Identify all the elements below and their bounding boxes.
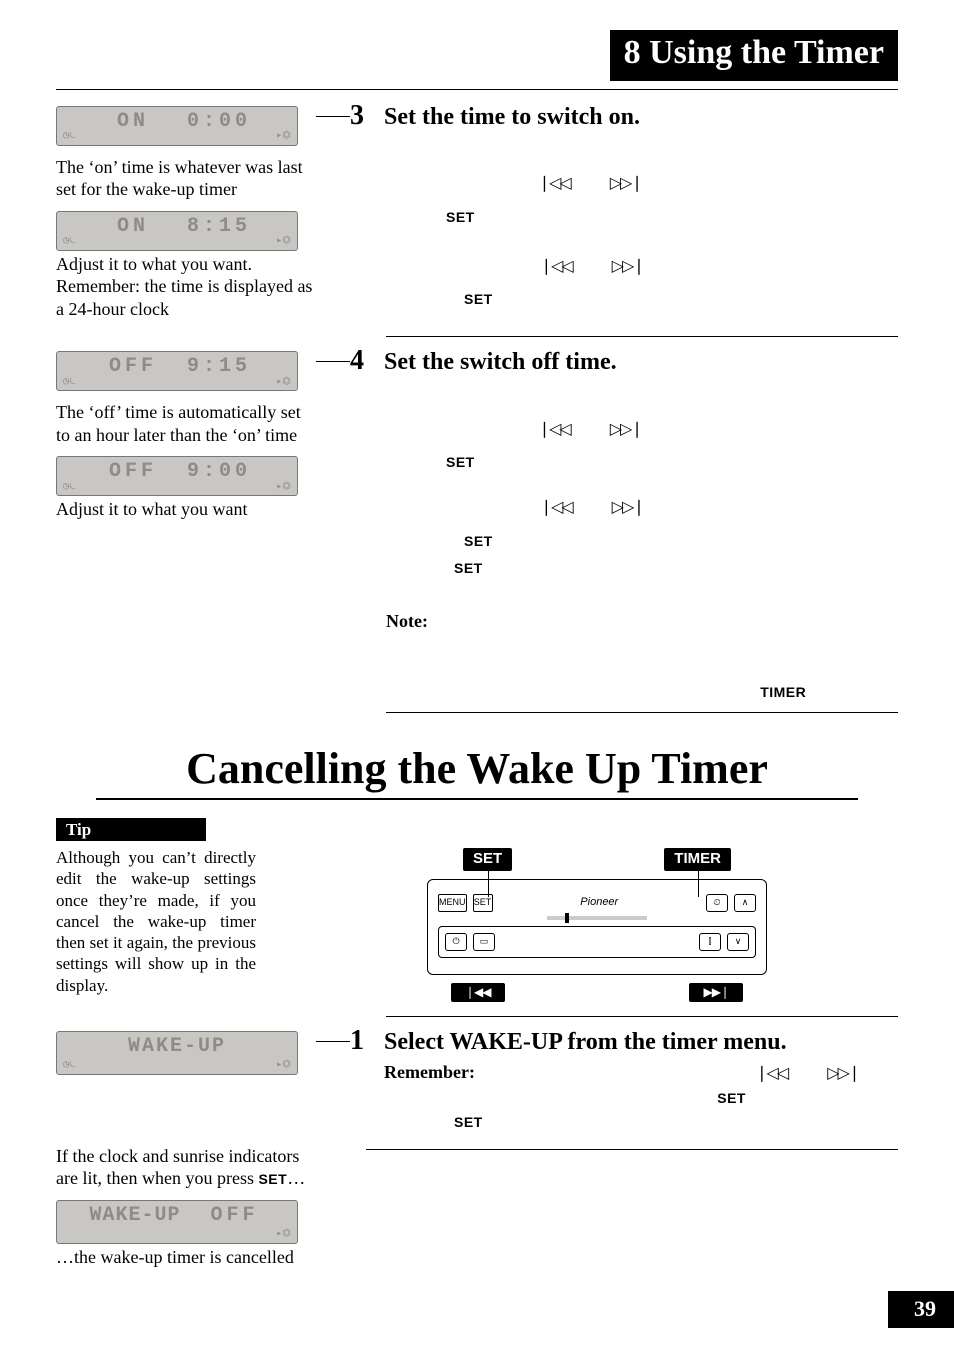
- prev-icon: ❘◁◁: [538, 174, 570, 194]
- chapter-badge: 8 Using the Timer: [610, 30, 898, 81]
- rule-top: [56, 89, 898, 90]
- set-label: SET: [446, 209, 475, 225]
- tip-badge: Tip: [56, 818, 206, 841]
- step-3-body: Use the ❘◁◁ ▷▷❘ buttons to change the ho…: [384, 162, 898, 309]
- note-title: Note:: [386, 611, 428, 631]
- cancel-step-1-title: Select WAKE-UP from the timer menu.: [384, 1027, 898, 1057]
- lcd-on-default: ON0:00 ◷⏾▸⏣: [56, 106, 298, 146]
- callout-timer: TIMER: [664, 848, 731, 871]
- remote-btn-up: ∧: [734, 894, 756, 912]
- rule-step-divider: [386, 336, 898, 337]
- callout-set: SET: [463, 848, 512, 871]
- remote-btn-vol: ⫿: [699, 933, 721, 951]
- note-block: Note: Unlike the wake-up timer, the reco…: [386, 610, 898, 702]
- connector-line: [316, 361, 344, 362]
- page-number: 39: [888, 1291, 954, 1329]
- tip-box: Tip Although you can’t directly edit the…: [56, 818, 256, 996]
- prev-icon: ❘◁◁: [540, 498, 572, 518]
- tape-icon: ▸⏣: [276, 131, 291, 144]
- next-icon: ▷▷❘: [610, 174, 642, 194]
- remote-btn-set: SET: [473, 894, 493, 912]
- caption-on-set: Adjust it to what you want. Remember: th…: [56, 253, 316, 321]
- remote-btn-timer: ⏲: [706, 894, 728, 912]
- rule-note-end: [386, 712, 898, 713]
- tip-body: Although you can’t directly edit the wak…: [56, 847, 256, 996]
- connector-line: [316, 1041, 344, 1042]
- remember-label: Remember:: [384, 1062, 475, 1082]
- remote-btn: MENU: [438, 894, 467, 912]
- rule-cancel-top: [386, 1016, 898, 1017]
- caption-on-default: The ‘on’ time is whatever was last set f…: [56, 156, 316, 201]
- timer-label: TIMER: [760, 684, 806, 700]
- caption-wakeup: If the clock and sunrise indicators are …: [56, 1145, 316, 1190]
- section-title-cancelling: Cancelling the Wake Up Timer: [96, 741, 858, 800]
- step-4-body: Use the ❘◁◁ ▷▷❘ buttons to change the ho…: [384, 407, 898, 578]
- prev-icon: ❘◁◁: [538, 420, 570, 440]
- prev-icon: ❘◁◁: [540, 257, 572, 277]
- remote-btn-down: ∨: [727, 933, 749, 951]
- prev-icon: ❘◁◁: [755, 1065, 787, 1082]
- set-label: SET: [717, 1090, 746, 1106]
- remote-slider: [547, 916, 646, 920]
- caption-off-set: Adjust it to what you want: [56, 498, 316, 521]
- lcd-wakeup-off: WAKE-UPOFF ▸⏣: [56, 1200, 298, 1244]
- next-icon: ▷▷❘: [827, 1065, 859, 1082]
- step-4-title: Set the switch off time.: [384, 347, 898, 377]
- lcd-off-default: OFF9:15 ◷⏾▸⏣: [56, 351, 298, 391]
- clock-icon: ◷⏾: [63, 131, 77, 144]
- remote-seek-prev: ❘◀◀: [451, 983, 505, 1002]
- lcd-wakeup: WAKE-UP ◷⏾▸⏣: [56, 1031, 298, 1075]
- lcd-off-set: OFF9:00 ◷⏾▸⏣: [56, 456, 298, 496]
- remote-brand: Pioneer: [580, 896, 618, 910]
- remote-btn-disp: ▭: [473, 933, 495, 951]
- next-icon: ▷▷❘: [612, 498, 644, 518]
- rule-cancel-bottom: [366, 1149, 898, 1150]
- next-icon: ▷▷❘: [610, 420, 642, 440]
- next-icon: ▷▷❘: [612, 257, 644, 277]
- connector-line: [316, 116, 344, 117]
- remote-seek-next: ▶▶❘: [689, 983, 743, 1002]
- cancel-step-1-body: Remember: to access the timer menu, use …: [384, 1061, 898, 1133]
- step-3-title: Set the time to switch on.: [384, 102, 898, 132]
- remote-btn-power: ⏻: [445, 933, 467, 951]
- caption-off-default: The ‘off’ time is automatically set to a…: [56, 401, 316, 446]
- remote-diagram: SET TIMER MENU SET Pioneer ⏲ ∧: [427, 848, 767, 1002]
- caption-wakeup-off: …the wake-up timer is cancelled: [56, 1246, 316, 1269]
- lcd-on-set: ON8:15 ◷⏾▸⏣: [56, 211, 298, 251]
